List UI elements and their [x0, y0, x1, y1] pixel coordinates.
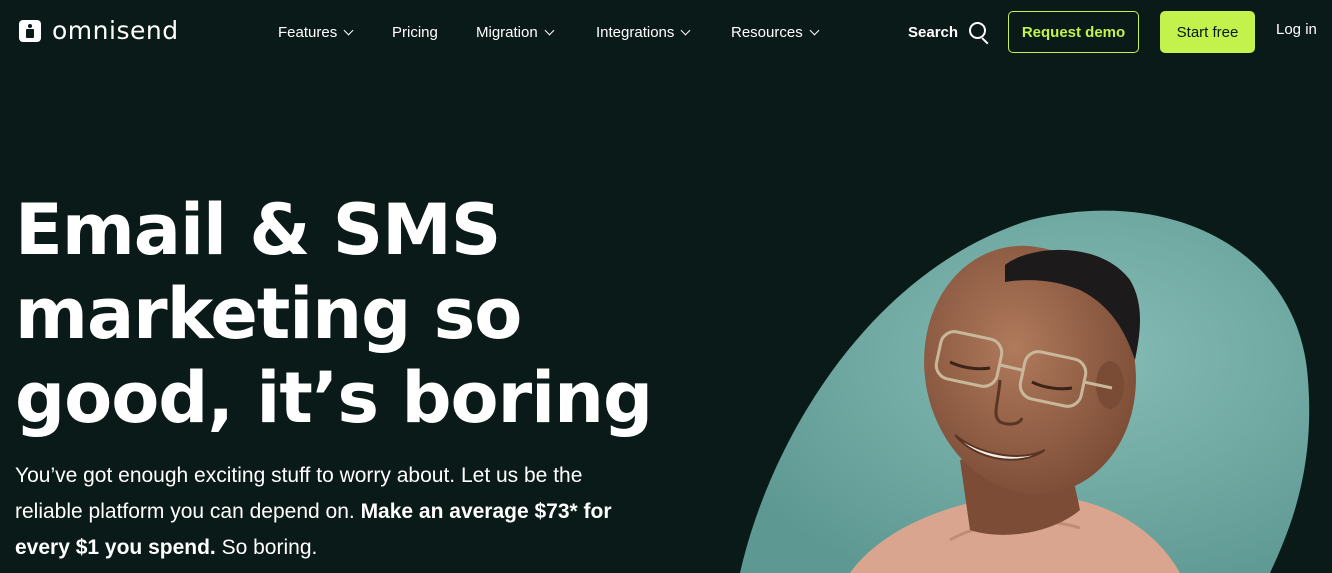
- nav-item-resources[interactable]: Resources: [731, 21, 820, 43]
- omnisend-logo[interactable]: omnisend: [19, 17, 179, 45]
- portrait-illustration: [740, 210, 1310, 573]
- logo-text: omnisend: [52, 16, 179, 45]
- nav-item-integrations[interactable]: Integrations: [596, 21, 691, 43]
- search-button[interactable]: Search: [908, 20, 990, 44]
- nav-item-migration[interactable]: Migration: [476, 21, 555, 43]
- hero-headline: Email & SMS marketing so good, it’s bori…: [15, 188, 695, 440]
- headline-line: marketing so: [15, 273, 522, 355]
- top-nav: omnisend Features Pricing Migration Inte…: [0, 0, 1332, 64]
- chevron-down-icon: [680, 25, 691, 35]
- headline-line: good, it’s boring: [15, 357, 653, 439]
- nav-item-label: Pricing: [392, 23, 438, 41]
- search-label: Search: [908, 23, 959, 41]
- nav-item-label: Features: [278, 23, 338, 41]
- nav-item-label: Migration: [476, 23, 538, 41]
- login-link[interactable]: Log in: [1276, 21, 1317, 43]
- nav-item-pricing[interactable]: Pricing: [392, 21, 438, 43]
- nav-item-label: Resources: [731, 23, 803, 41]
- hero-photo: [700, 210, 1332, 573]
- chevron-down-icon: [544, 25, 555, 35]
- logo-icon: [19, 20, 41, 42]
- nav-item-features[interactable]: Features: [278, 21, 354, 43]
- subtext-tail: So boring.: [215, 536, 318, 559]
- hero-subtext: You’ve got enough exciting stuff to worr…: [15, 458, 615, 566]
- start-free-button[interactable]: Start free: [1160, 11, 1255, 53]
- search-icon: [968, 21, 990, 43]
- chevron-down-icon: [809, 25, 820, 35]
- request-demo-button[interactable]: Request demo: [1008, 11, 1139, 53]
- nav-item-label: Integrations: [596, 23, 675, 41]
- chevron-down-icon: [343, 25, 354, 35]
- headline-line: Email & SMS: [15, 189, 501, 271]
